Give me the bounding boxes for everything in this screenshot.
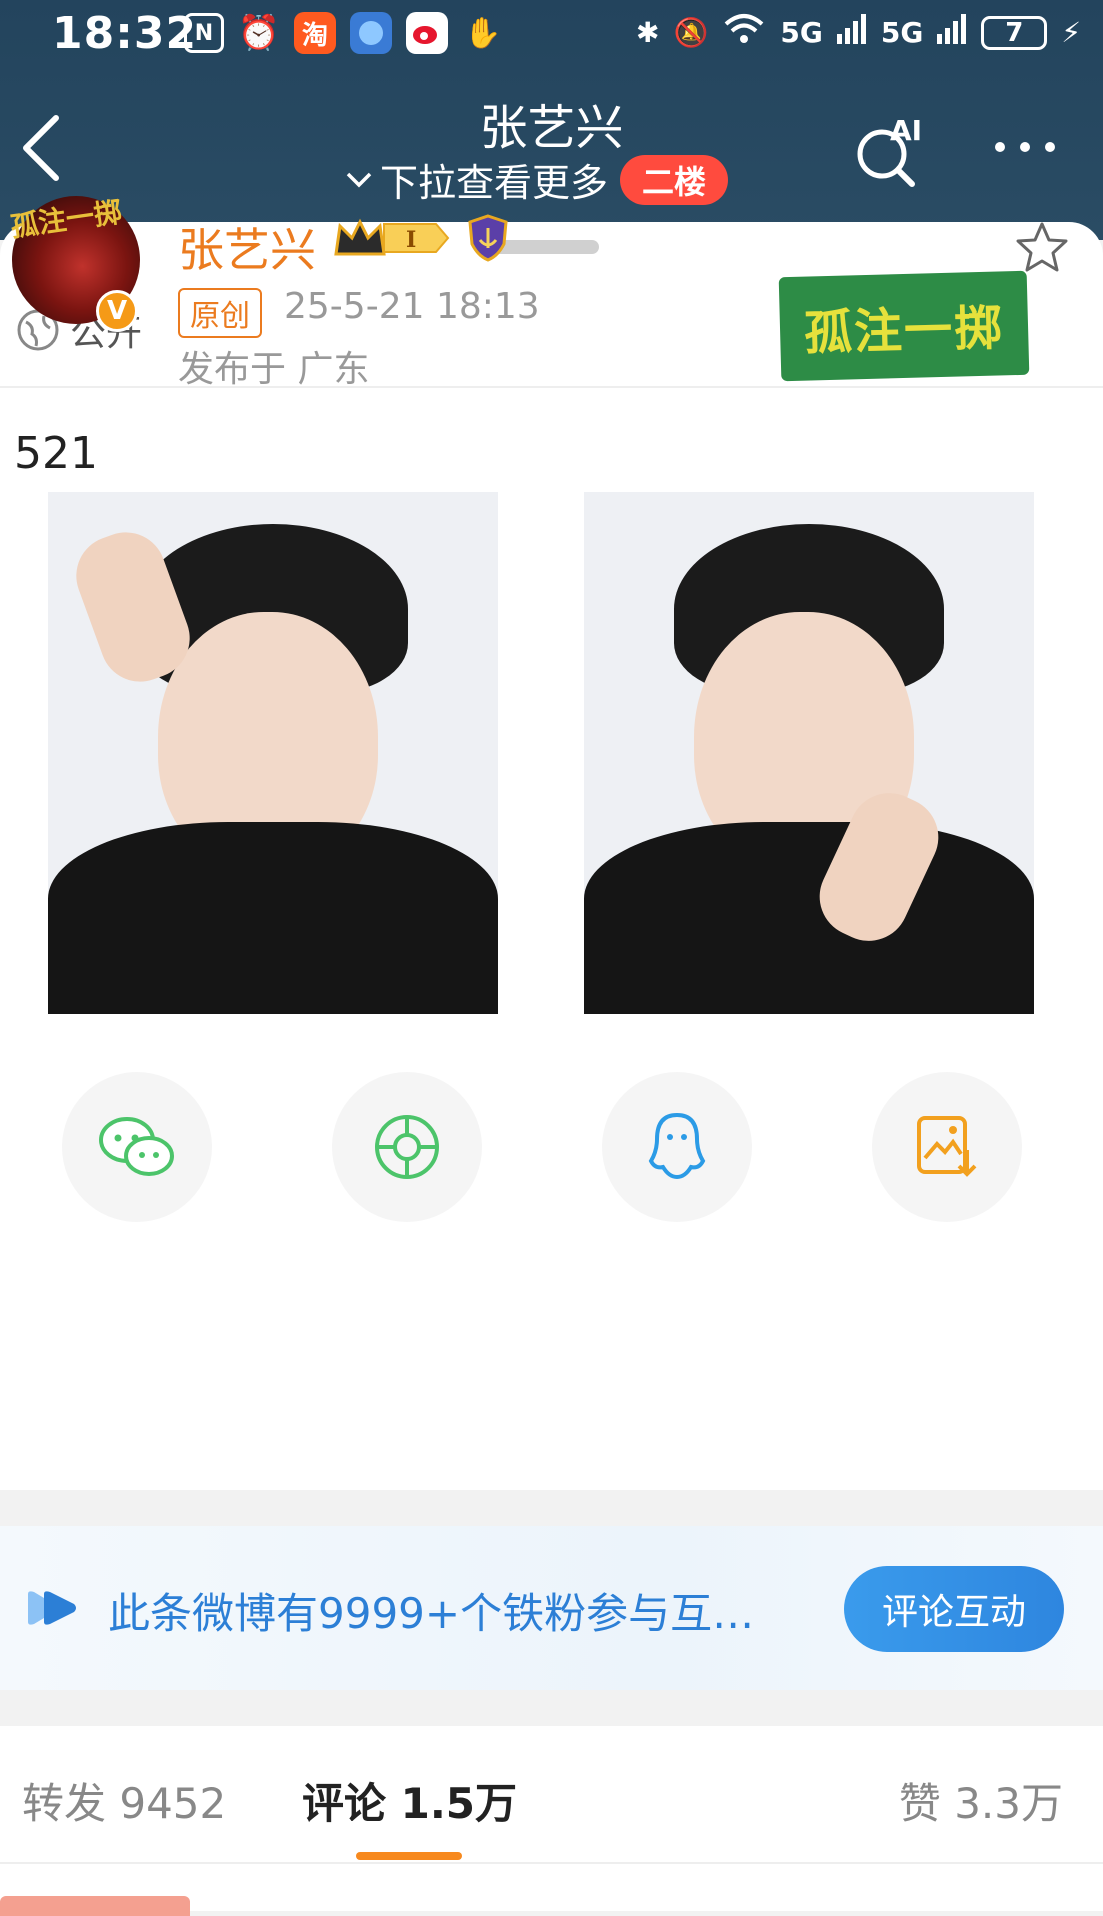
tab-like[interactable]: 赞 3.3万 bbox=[899, 1770, 1063, 1831]
status-time: 18:32 bbox=[52, 8, 198, 59]
nfc-icon: N bbox=[184, 13, 224, 53]
more-button[interactable] bbox=[990, 132, 1060, 162]
ai-search-button[interactable]: AI bbox=[852, 112, 928, 188]
browser-icon bbox=[350, 12, 392, 54]
charging-icon: ⚡ bbox=[1061, 16, 1081, 49]
weibo-icon bbox=[406, 12, 448, 54]
ai-label: AI bbox=[890, 114, 922, 147]
more-dots-icon bbox=[995, 142, 1055, 152]
status-left-icons: N ⏰ 淘 ✋ bbox=[184, 12, 504, 54]
tab-repost[interactable]: 转发 9452 bbox=[22, 1770, 226, 1831]
bluetooth-icon: ✱ bbox=[636, 16, 660, 49]
moments-icon bbox=[375, 1115, 439, 1179]
battery-indicator: 7 bbox=[981, 15, 1048, 50]
favorite-star-icon[interactable] bbox=[1014, 220, 1070, 276]
play-icon bbox=[28, 1591, 76, 1625]
photo-body bbox=[48, 822, 498, 1014]
post-image-2[interactable] bbox=[584, 492, 1034, 1014]
divider bbox=[0, 386, 1103, 388]
promo-banner-text: 孤注一掷 bbox=[803, 300, 1005, 362]
crown-level-icon[interactable]: I bbox=[332, 216, 452, 260]
signal-bars-icon bbox=[937, 14, 967, 51]
pull-down-label: 下拉查看更多 bbox=[380, 161, 609, 205]
interaction-text: 此条微博有9999+个铁粉参与互… bbox=[108, 1589, 755, 1638]
alarm-icon: ⏰ bbox=[237, 13, 281, 53]
save-image-button[interactable] bbox=[872, 1072, 1022, 1222]
post-text: 521 bbox=[14, 428, 98, 479]
page-title: 张艺兴 bbox=[479, 100, 624, 156]
detail-tabs: 转发 9452 评论 1.5万 赞 3.3万 bbox=[0, 1726, 1103, 1916]
promo-banner[interactable]: 孤注一掷 bbox=[778, 270, 1030, 382]
share-row bbox=[0, 1072, 1103, 1222]
signal-5g-2: 5G bbox=[880, 16, 924, 49]
save-image-icon bbox=[917, 1116, 977, 1177]
post-timestamp: 25-5-21 18:13 bbox=[284, 286, 540, 327]
tab-comment[interactable]: 评论 1.5万 bbox=[302, 1770, 517, 1831]
wechat-icon bbox=[99, 1117, 174, 1176]
status-bar: 18:32 N ⏰ 淘 ✋ ✱ 🔕 5G 5G 7 ⚡ bbox=[0, 0, 1103, 70]
content-peek bbox=[0, 1896, 190, 1916]
share-qq-button[interactable] bbox=[602, 1072, 752, 1222]
hand-icon: ✋ bbox=[464, 15, 502, 51]
signal-bars-icon bbox=[836, 14, 867, 51]
share-moments-button[interactable] bbox=[332, 1072, 482, 1222]
wifi-icon bbox=[722, 12, 766, 53]
status-right-icons: ✱ 🔕 5G 5G 7 ⚡ bbox=[636, 12, 1081, 53]
qq-icon bbox=[648, 1112, 706, 1180]
post-location: 发布于 广东 bbox=[178, 349, 370, 390]
taobao-icon: 淘 bbox=[294, 12, 336, 54]
second-floor-badge[interactable]: 二楼 bbox=[620, 154, 729, 205]
original-tag: 原创 bbox=[178, 288, 262, 338]
photo-body bbox=[584, 822, 1034, 1014]
divider bbox=[0, 1862, 1103, 1864]
top-bar: 18:32 N ⏰ 淘 ✋ ✱ 🔕 5G 5G 7 ⚡ 张艺兴 下拉查看更多 二… bbox=[0, 0, 1103, 240]
signal-5g-1: 5G bbox=[780, 16, 823, 49]
verified-badge: V bbox=[96, 290, 138, 332]
chevron-down-icon bbox=[346, 172, 372, 187]
level-badge-text: I bbox=[406, 227, 416, 253]
share-wechat-button[interactable] bbox=[62, 1072, 212, 1222]
active-tab-indicator bbox=[356, 1852, 462, 1860]
post-image-1[interactable] bbox=[48, 492, 498, 1014]
pull-down-more[interactable]: 下拉查看更多 二楼 bbox=[344, 152, 729, 207]
author-name[interactable]: 张艺兴 bbox=[178, 214, 316, 280]
mute-icon: 🔕 bbox=[673, 16, 709, 49]
ai-search-icon: AI bbox=[857, 114, 922, 187]
fan-interaction-banner[interactable]: 此条微博有9999+个铁粉参与互… 评论互动 bbox=[0, 1526, 1103, 1690]
shield-icon[interactable] bbox=[466, 214, 510, 262]
comment-interact-button[interactable]: 评论互动 bbox=[844, 1566, 1064, 1652]
